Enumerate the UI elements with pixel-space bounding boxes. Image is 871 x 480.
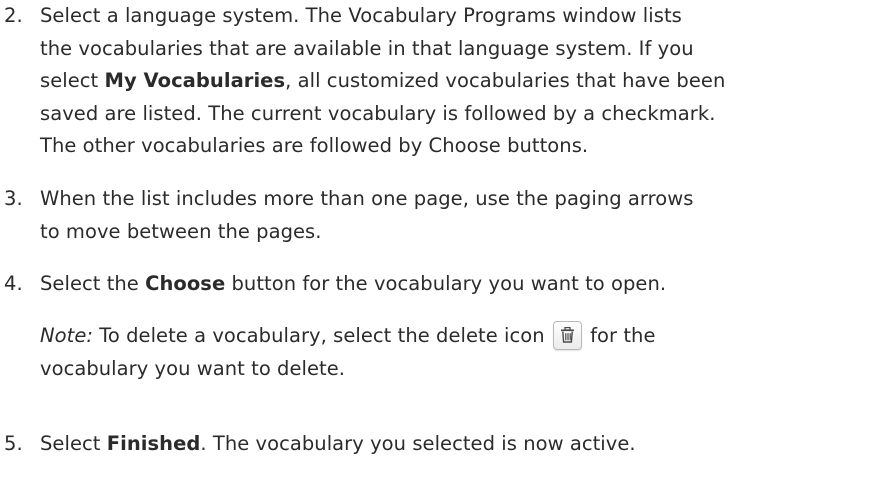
text-run: for the: [583, 324, 656, 347]
text-run: button for the vocabulary you want to op…: [225, 272, 667, 295]
text-run: , all customized vocabularies that have …: [285, 69, 726, 92]
text-run: When the list includes more than one pag…: [40, 187, 694, 210]
text-run: . The vocabulary you selected is now act…: [200, 432, 636, 455]
step-number: 3.: [4, 187, 23, 210]
text-run: vocabulary you want to delete.: [40, 356, 346, 380]
step-line: The other vocabularies are followed by C…: [40, 130, 860, 163]
step-number: 2.: [4, 4, 23, 27]
text-run: Select a language system. The Vocabulary…: [40, 4, 682, 27]
step-line: When the list includes more than one pag…: [40, 183, 860, 216]
step-line: the vocabularies that are available in t…: [40, 33, 860, 66]
step-line: Select a language system. The Vocabulary…: [40, 0, 860, 33]
bold-term: Finished: [106, 432, 201, 455]
step-text: Select Finished. The vocabulary you sele…: [40, 428, 860, 461]
step-text: When the list includes more than one pag…: [40, 183, 860, 248]
step-line: Select Finished. The vocabulary you sele…: [40, 428, 860, 461]
step-text: Select a language system. The Vocabulary…: [40, 0, 860, 163]
text-run: Select: [40, 432, 107, 455]
step-number: 4.: [4, 272, 23, 295]
note-line: vocabulary you want to delete.: [40, 353, 860, 386]
text-run: The other vocabularies are followed by C…: [40, 134, 589, 157]
note-line: Note: To delete a vocabulary, select the…: [40, 320, 860, 353]
step-line: to move between the pages.: [40, 216, 860, 249]
note-text: Note: To delete a vocabulary, select the…: [40, 320, 860, 385]
step-line: saved are listed. The current vocabulary…: [40, 98, 860, 131]
step-number: 5.: [4, 432, 23, 455]
document-page: 2. Select a language system. The Vocabul…: [0, 0, 871, 480]
bold-term: Choose: [145, 272, 226, 295]
text-run: To delete a vocabulary, select the delet…: [92, 324, 551, 347]
bold-term: My Vocabularies: [104, 69, 286, 92]
trash-icon: [552, 321, 582, 350]
step-text: Select the Choose button for the vocabul…: [40, 268, 860, 301]
note-label: Note:: [40, 324, 93, 347]
text-run: the vocabularies that are available in t…: [40, 36, 694, 60]
step-line: Select the Choose button for the vocabul…: [40, 268, 860, 301]
step-line: select My Vocabularies, all customized v…: [40, 65, 860, 98]
text-run: select: [40, 69, 105, 92]
text-run: saved are listed. The current vocabulary…: [40, 101, 716, 125]
text-run: to move between the pages.: [40, 219, 322, 243]
text-run: Select the: [40, 272, 146, 295]
